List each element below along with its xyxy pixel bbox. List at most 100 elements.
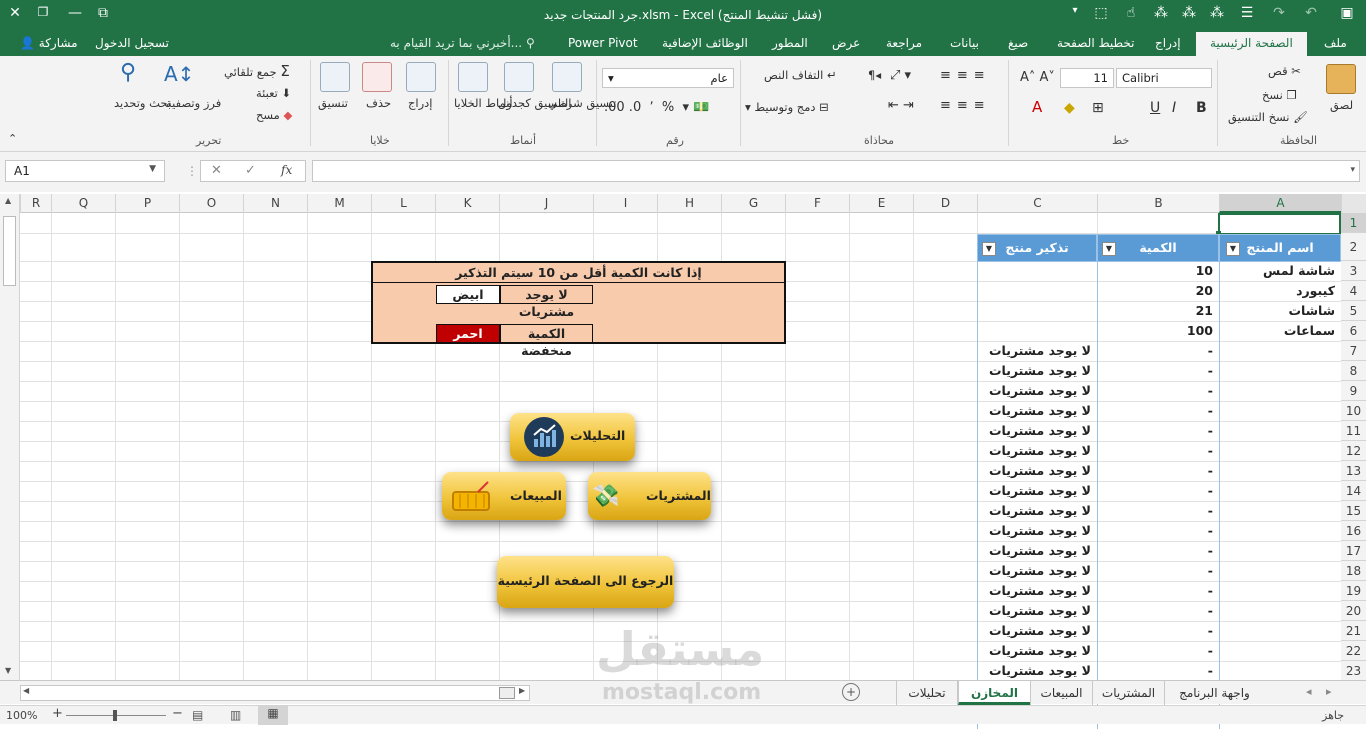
cell-styles-icon[interactable] — [458, 62, 488, 92]
quantity-cell[interactable]: - — [1097, 381, 1219, 401]
name-box[interactable]: A1 ▼ — [5, 160, 165, 182]
filter-dropdown-icon[interactable]: ▼ — [1102, 242, 1116, 256]
sheet-tab-purchases[interactable]: المشتريات — [1092, 681, 1164, 705]
scroll-left-icon[interactable]: ◀ — [23, 686, 29, 695]
next-sheet-icon[interactable]: ◂ — [1306, 685, 1312, 698]
filter-dropdown-icon[interactable]: ▼ — [1226, 242, 1240, 256]
row-header[interactable]: 18 — [1341, 561, 1366, 581]
autosum-button[interactable]: جمع تلقائي Σ — [224, 62, 290, 80]
product-name-cell[interactable] — [1219, 521, 1341, 541]
horizontal-scrollbar[interactable]: ◀ ▶ — [20, 685, 530, 701]
page-break-view-icon[interactable]: ▤ — [192, 708, 203, 722]
product-name-cell[interactable] — [1219, 421, 1341, 441]
reminder-cell[interactable] — [977, 261, 1097, 281]
row-header[interactable]: 5 — [1341, 301, 1366, 321]
col-header-o[interactable]: O — [179, 194, 243, 213]
merge-center-button[interactable]: ▾ دمج وتوسيط ⊟ — [745, 100, 829, 114]
col-header-k[interactable]: K — [435, 194, 499, 213]
quantity-cell[interactable]: 100 — [1097, 321, 1219, 341]
drag-handle[interactable]: ⋮ — [186, 164, 198, 178]
reminder-cell[interactable]: لا يوجد مشتريات — [977, 401, 1097, 421]
formula-input[interactable]: ▾ — [312, 160, 1360, 182]
font-color-icon[interactable]: A — [1032, 98, 1042, 116]
col-header-p[interactable]: P — [115, 194, 179, 213]
product-name-cell[interactable]: سماعات — [1219, 321, 1341, 341]
quantity-cell[interactable]: - — [1097, 421, 1219, 441]
quantity-cell[interactable]: - — [1097, 461, 1219, 481]
quantity-cell[interactable]: - — [1097, 501, 1219, 521]
zoom-slider-thumb[interactable] — [113, 710, 117, 721]
sheet-tab-interface[interactable]: واجهة البرنامج — [1164, 681, 1264, 705]
col-header-a[interactable]: A — [1219, 194, 1341, 213]
purchases-button[interactable]: المشتريات 💸 — [588, 472, 711, 520]
h-scroll-thumb[interactable] — [499, 687, 515, 699]
tab-addins[interactable]: الوظائف الإضافية — [662, 36, 748, 50]
quantity-cell[interactable]: - — [1097, 341, 1219, 361]
quantity-cell[interactable]: - — [1097, 641, 1219, 661]
row-header[interactable]: 4 — [1341, 281, 1366, 301]
cell-styles-button[interactable]: أنماط الخلايا — [454, 96, 513, 110]
prev-sheet-icon[interactable]: ▸ — [1326, 685, 1332, 698]
quantity-cell[interactable]: - — [1097, 561, 1219, 581]
quantity-cell[interactable]: - — [1097, 581, 1219, 601]
reminder-cell[interactable] — [977, 281, 1097, 301]
cancel-icon[interactable]: ✕ — [211, 163, 222, 178]
zoom-out-icon[interactable]: − — [172, 706, 183, 721]
reminder-cell[interactable]: لا يوجد مشتريات — [977, 441, 1097, 461]
reminder-cell[interactable]: لا يوجد مشتريات — [977, 661, 1097, 681]
row-header[interactable]: 3 — [1341, 261, 1366, 281]
col-header-h[interactable]: H — [657, 194, 721, 213]
indent-icons[interactable]: ⇤ ⇥ — [888, 98, 914, 113]
product-name-cell[interactable] — [1219, 641, 1341, 661]
delete-cells-icon[interactable] — [362, 62, 392, 92]
redo-icon[interactable]: ↷ — [1268, 5, 1290, 21]
row-header[interactable]: 23 — [1341, 661, 1366, 681]
format-cells-button[interactable]: تنسيق — [318, 96, 348, 110]
reminder-cell[interactable]: لا يوجد مشتريات — [977, 481, 1097, 501]
customize-qat-icon[interactable]: ▾ — [1064, 5, 1086, 16]
sign-in-link[interactable]: تسجيل الدخول — [95, 36, 169, 50]
row-header[interactable]: 13 — [1341, 461, 1366, 481]
sales-button[interactable]: المبيعات — [442, 472, 566, 520]
product-name-cell[interactable]: شاشة لمس — [1219, 261, 1341, 281]
col-header-q[interactable]: Q — [51, 194, 115, 213]
font-size-select[interactable]: 11 — [1060, 68, 1114, 88]
share-button[interactable]: 👤 مشاركة — [20, 36, 78, 50]
row-header[interactable]: 15 — [1341, 501, 1366, 521]
format-painter-button[interactable]: نسخ التنسيق 🖌 — [1228, 110, 1308, 124]
reminder-cell[interactable]: لا يوجد مشتريات — [977, 641, 1097, 661]
tree-icon[interactable]: ⁂ — [1150, 5, 1172, 21]
normal-view-icon[interactable]: ▦ — [258, 706, 288, 725]
halign-icons[interactable]: ≡≡≡ — [940, 98, 991, 113]
touch-mode-icon[interactable]: ☝ — [1120, 5, 1142, 21]
col-header-b[interactable]: B — [1097, 194, 1219, 213]
quantity-cell[interactable]: - — [1097, 661, 1219, 681]
sort-filter-button[interactable]: فرز وتصفية — [166, 96, 221, 110]
borders-icon[interactable]: ⊞ — [1092, 100, 1104, 116]
expand-icon[interactable]: ▾ — [1350, 161, 1359, 175]
product-name-cell[interactable] — [1219, 661, 1341, 681]
insert-cells-button[interactable]: إدراج — [408, 96, 433, 110]
enter-icon[interactable]: ✓ — [245, 163, 256, 178]
product-name-cell[interactable]: شاشات — [1219, 301, 1341, 321]
quantity-cell[interactable]: - — [1097, 401, 1219, 421]
reminder-cell[interactable]: لا يوجد مشتريات — [977, 561, 1097, 581]
reminder-cell[interactable]: لا يوجد مشتريات — [977, 501, 1097, 521]
clear-button[interactable]: مسح ◆ — [256, 108, 292, 122]
insert-function-button[interactable]: fx — [281, 163, 292, 177]
wrap-text-button[interactable]: التفاف النص ↵ — [764, 68, 837, 82]
product-name-cell[interactable] — [1219, 461, 1341, 481]
reminder-cell[interactable]: لا يوجد مشتريات — [977, 341, 1097, 361]
tab-view[interactable]: عرض — [832, 36, 860, 50]
quantity-cell[interactable]: - — [1097, 521, 1219, 541]
product-name-cell[interactable] — [1219, 341, 1341, 361]
reminder-cell[interactable]: لا يوجد مشتريات — [977, 521, 1097, 541]
save-icon[interactable]: ▣ — [1336, 5, 1358, 21]
col-header-m[interactable]: M — [307, 194, 371, 213]
row-header[interactable]: 22 — [1341, 641, 1366, 661]
quantity-cell[interactable]: - — [1097, 441, 1219, 461]
tab-power-pivot[interactable]: Power Pivot — [568, 36, 638, 50]
product-name-cell[interactable] — [1219, 381, 1341, 401]
conditional-formatting-icon[interactable] — [552, 62, 582, 92]
product-name-cell[interactable] — [1219, 501, 1341, 521]
